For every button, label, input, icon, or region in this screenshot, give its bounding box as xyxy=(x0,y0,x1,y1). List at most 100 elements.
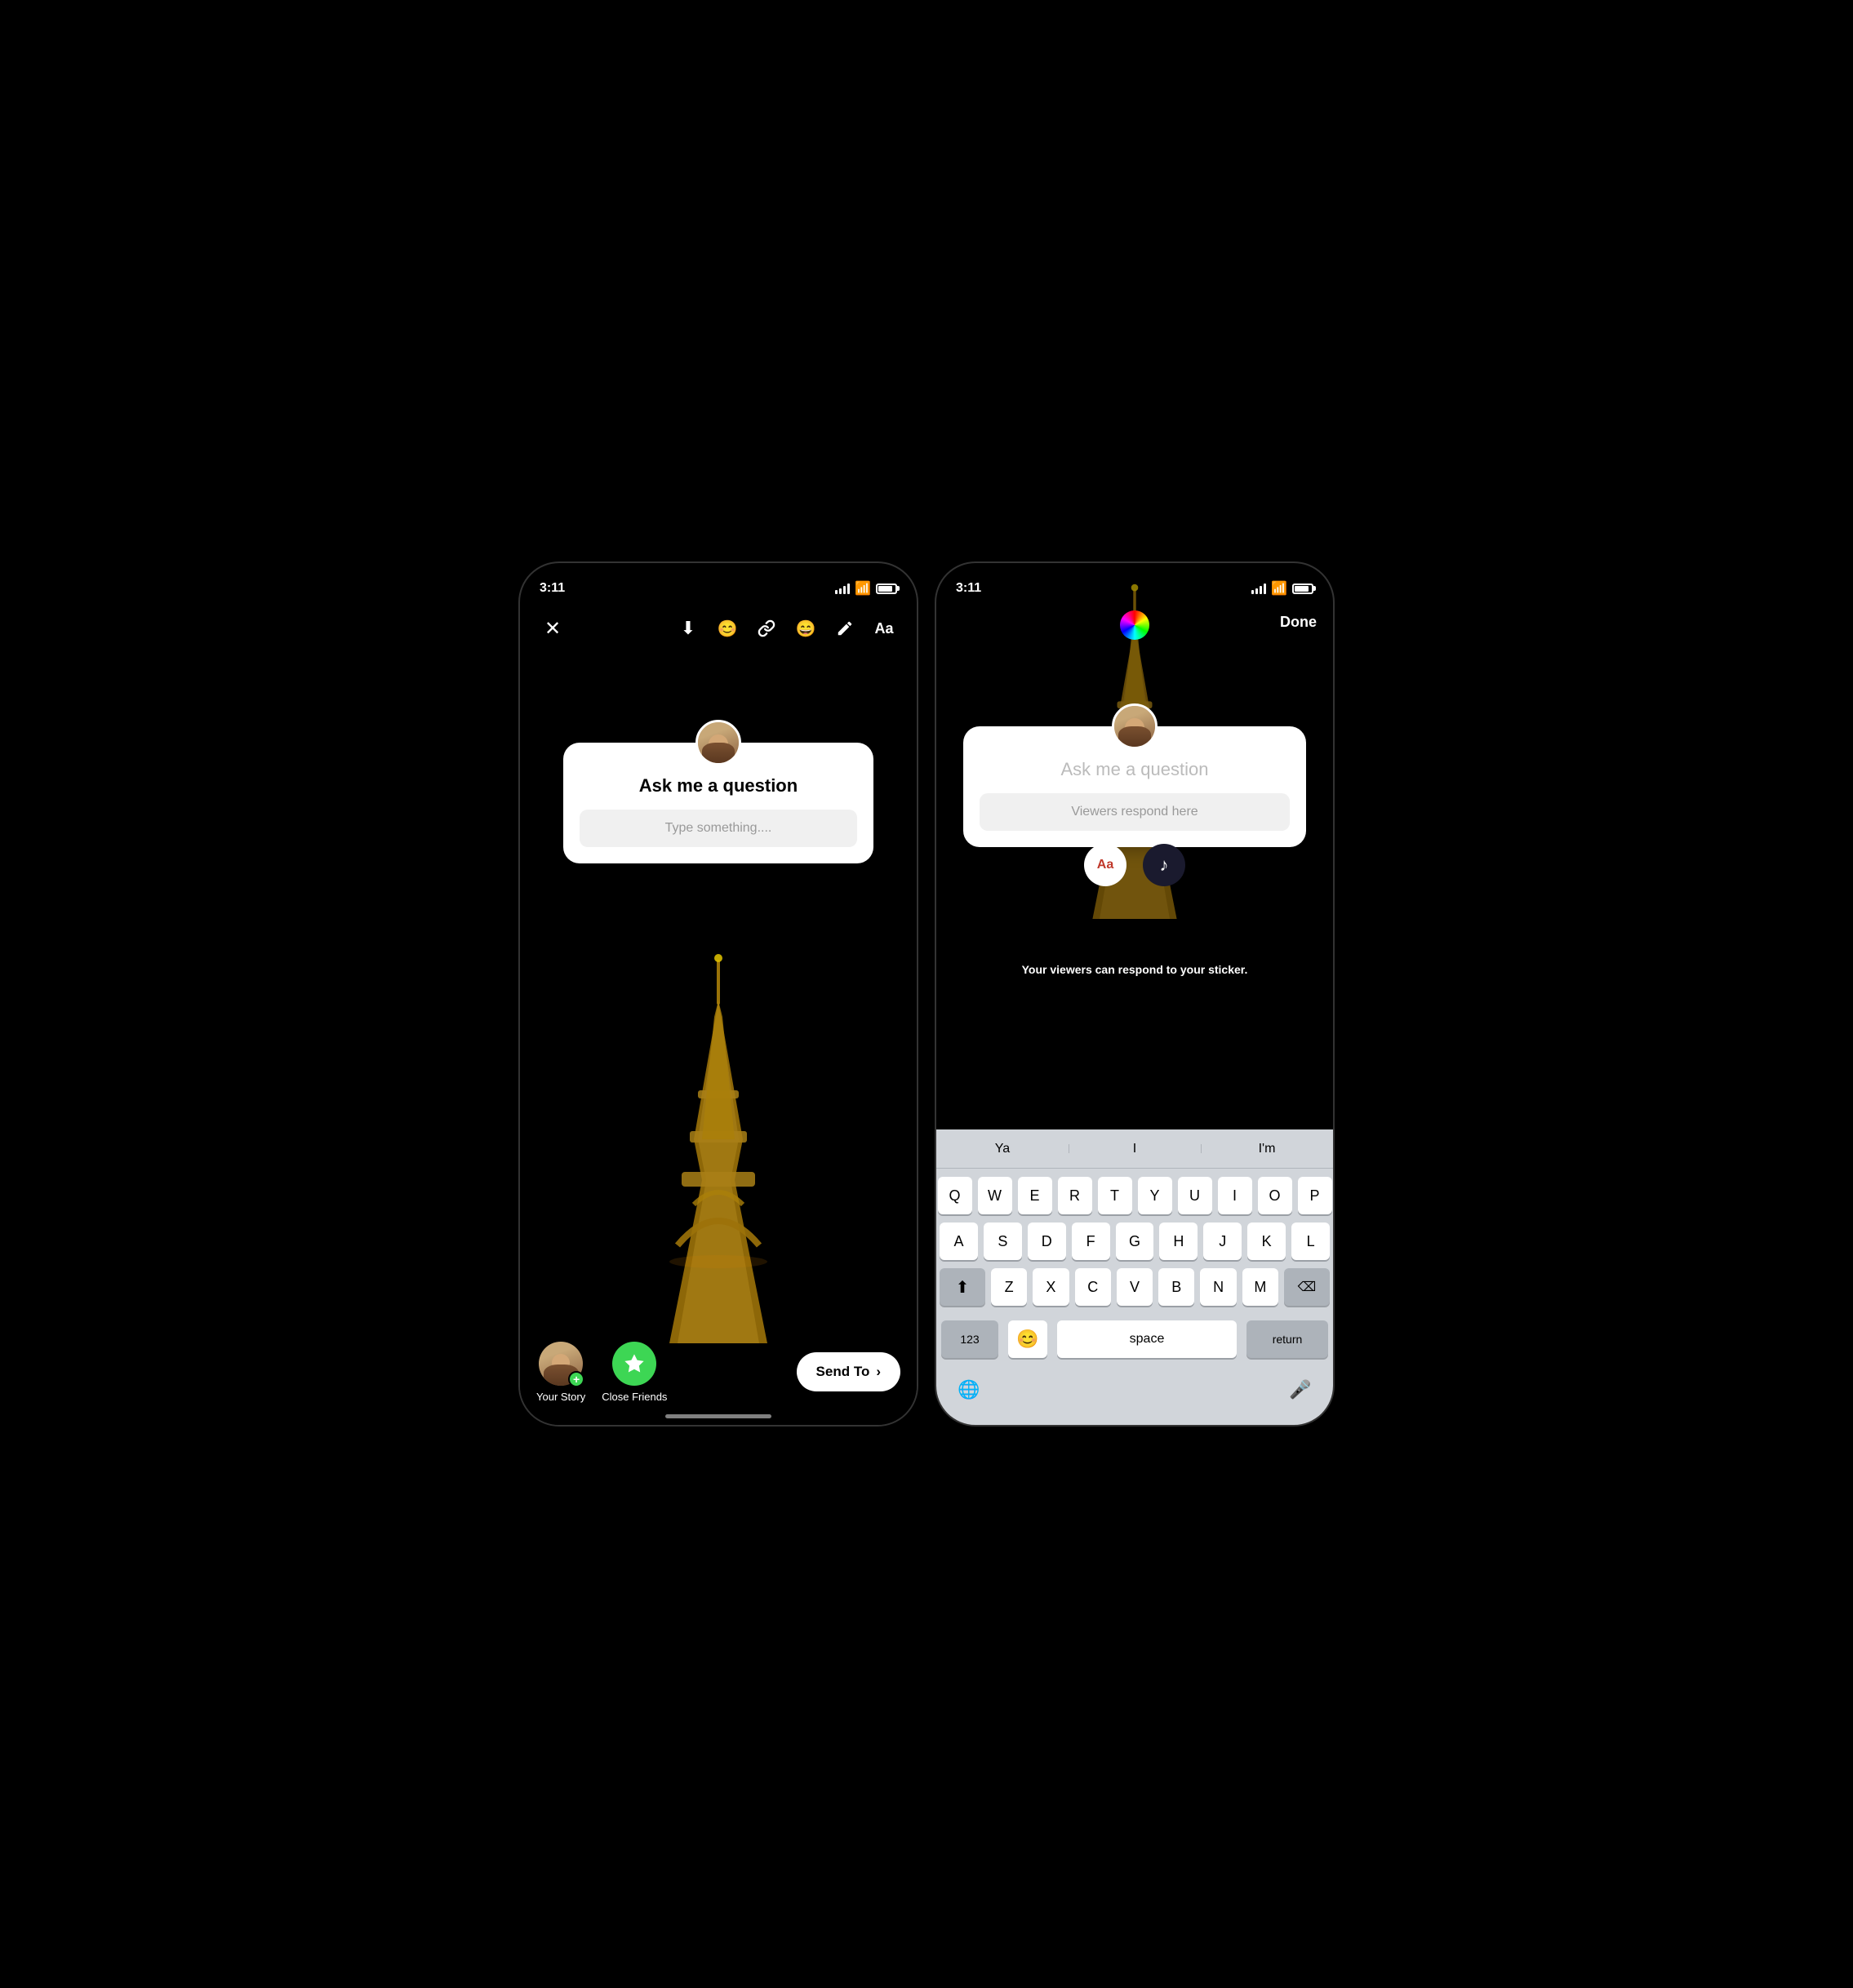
wifi-icon-left: 📶 xyxy=(855,580,871,597)
shift-key[interactable]: ⬆ xyxy=(940,1268,985,1306)
numbers-key[interactable]: 123 xyxy=(941,1320,998,1358)
sticker-avatar-left xyxy=(695,720,741,765)
key-i[interactable]: I xyxy=(1218,1177,1252,1214)
battery-icon-right xyxy=(1292,584,1313,594)
home-indicator-left xyxy=(665,1414,771,1418)
sticker-title-left: Ask me a question xyxy=(580,775,857,797)
key-n[interactable]: N xyxy=(1200,1268,1236,1306)
close-friends-label: Close Friends xyxy=(602,1391,667,1403)
globe-key[interactable]: 🌐 xyxy=(949,1371,989,1409)
effects-button[interactable]: 😊 xyxy=(711,612,744,645)
close-button[interactable]: ✕ xyxy=(536,612,569,645)
key-a[interactable]: A xyxy=(940,1223,978,1260)
key-w[interactable]: W xyxy=(978,1177,1012,1214)
star-icon xyxy=(623,1352,646,1375)
send-to-arrow: › xyxy=(876,1364,881,1380)
key-r[interactable]: R xyxy=(1058,1177,1092,1214)
key-m[interactable]: M xyxy=(1242,1268,1278,1306)
globe-mic-row: 🌐 🎤 xyxy=(936,1371,1333,1425)
sticker-input-left[interactable]: Type something.... xyxy=(580,810,857,847)
text-tool-label: Aa xyxy=(1097,858,1113,872)
key-e[interactable]: E xyxy=(1018,1177,1052,1214)
story-tools: Aa ♪ xyxy=(1084,844,1185,886)
key-f[interactable]: F xyxy=(1072,1223,1110,1260)
key-z[interactable]: Z xyxy=(991,1268,1027,1306)
text-button[interactable]: Aa xyxy=(868,612,900,645)
key-y[interactable]: Y xyxy=(1138,1177,1172,1214)
key-h[interactable]: H xyxy=(1159,1223,1198,1260)
key-u[interactable]: U xyxy=(1178,1177,1212,1214)
draw-icon xyxy=(836,619,854,637)
draw-button[interactable] xyxy=(829,612,861,645)
autocomplete-ya[interactable]: Ya xyxy=(936,1142,1069,1156)
autocomplete-i[interactable]: I xyxy=(1069,1142,1201,1156)
toolbar-right: ⬇ 😊 😄 xyxy=(672,612,900,645)
emoji-key[interactable]: 😊 xyxy=(1008,1320,1047,1358)
key-j[interactable]: J xyxy=(1203,1223,1242,1260)
download-icon: ⬇ xyxy=(681,618,695,639)
left-screen: 3:11 📶 ✕ xyxy=(520,563,917,1425)
text-tool-button[interactable]: Aa xyxy=(1084,844,1126,886)
key-c[interactable]: C xyxy=(1075,1268,1111,1306)
viewers-note: Your viewers can respond to your sticker… xyxy=(1022,963,1248,976)
autocomplete-bar: Ya I I'm xyxy=(936,1129,1333,1169)
status-bar-right: 3:11 📶 xyxy=(936,563,1333,604)
key-x[interactable]: X xyxy=(1033,1268,1069,1306)
key-t[interactable]: T xyxy=(1098,1177,1132,1214)
key-row-1: Q W E R T Y U I O P xyxy=(940,1177,1330,1214)
sticker-input-right[interactable]: Viewers respond here xyxy=(980,793,1290,831)
music-tool-icon: ♪ xyxy=(1160,854,1169,876)
key-s[interactable]: S xyxy=(984,1223,1022,1260)
key-g[interactable]: G xyxy=(1116,1223,1154,1260)
question-sticker-right[interactable]: Ask me a question Viewers respond here xyxy=(963,726,1306,847)
send-to-button[interactable]: Send To › xyxy=(797,1352,900,1391)
key-p[interactable]: P xyxy=(1298,1177,1332,1214)
key-q[interactable]: Q xyxy=(938,1177,972,1214)
return-key[interactable]: return xyxy=(1246,1320,1328,1358)
question-sticker-left[interactable]: Ask me a question Type something.... xyxy=(563,743,873,863)
autocomplete-im[interactable]: I'm xyxy=(1201,1142,1333,1156)
close-icon: ✕ xyxy=(544,617,561,641)
download-button[interactable]: ⬇ xyxy=(672,612,704,645)
text-icon: Aa xyxy=(874,620,893,637)
status-time-right: 3:11 xyxy=(956,581,981,596)
key-o[interactable]: O xyxy=(1258,1177,1292,1214)
right-screen: 3:11 📶 Done xyxy=(936,563,1333,1425)
close-friends-option[interactable]: Close Friends xyxy=(602,1342,667,1403)
done-button[interactable]: Done xyxy=(1280,614,1317,631)
status-icons-left: 📶 xyxy=(835,580,897,597)
mic-key[interactable]: 🎤 xyxy=(1281,1371,1320,1409)
keyboard-rows: Q W E R T Y U I O P A S xyxy=(936,1169,1333,1317)
link-button[interactable] xyxy=(750,612,783,645)
status-bar-left: 3:11 📶 xyxy=(520,563,917,604)
send-to-label: Send To xyxy=(816,1364,870,1380)
eiffel-tower-image xyxy=(653,935,784,1343)
right-phone: 3:11 📶 Done xyxy=(935,561,1335,1427)
key-l[interactable]: L xyxy=(1291,1223,1330,1260)
close-friends-avatar xyxy=(612,1342,656,1386)
status-icons-right: 📶 xyxy=(1251,580,1313,597)
sticker-button[interactable]: 😄 xyxy=(789,612,822,645)
space-key[interactable]: space xyxy=(1057,1320,1237,1358)
battery-icon-left xyxy=(876,584,897,594)
keyboard-bottom-row: 123 😊 space return xyxy=(936,1317,1333,1371)
color-picker-button[interactable] xyxy=(1120,610,1149,640)
sticker-avatar-right xyxy=(1112,703,1158,749)
key-v[interactable]: V xyxy=(1117,1268,1153,1306)
key-k[interactable]: K xyxy=(1247,1223,1286,1260)
toolbar: ✕ ⬇ 😊 😄 xyxy=(520,604,917,653)
wifi-icon-right: 📶 xyxy=(1271,580,1287,597)
link-icon xyxy=(758,619,775,637)
key-b[interactable]: B xyxy=(1158,1268,1194,1306)
music-tool-button[interactable]: ♪ xyxy=(1143,844,1185,886)
your-story-avatar-wrapper: + xyxy=(539,1342,583,1386)
sticker-icon: 😄 xyxy=(796,619,816,639)
key-d[interactable]: D xyxy=(1028,1223,1066,1260)
your-story-option[interactable]: + Your Story xyxy=(536,1342,585,1403)
effects-icon: 😊 xyxy=(718,619,738,639)
sticker-title-right: Ask me a question xyxy=(980,759,1290,780)
status-time-left: 3:11 xyxy=(540,581,565,596)
keyboard: Ya I I'm Q W E R T Y U I O xyxy=(936,1129,1333,1425)
add-story-badge: + xyxy=(568,1371,584,1387)
backspace-key[interactable]: ⌫ xyxy=(1284,1268,1330,1306)
